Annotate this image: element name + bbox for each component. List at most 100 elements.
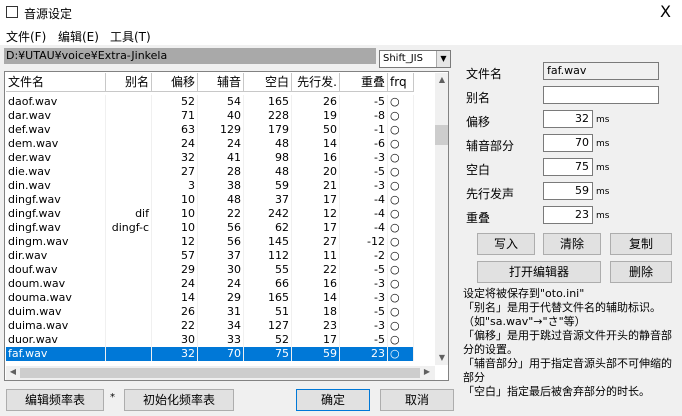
table-cell: -3	[340, 277, 388, 291]
preutter-label: 先行发声	[466, 187, 515, 201]
column-header[interactable]: 先行发.	[292, 73, 340, 92]
table-row[interactable]: die.wav 27 28 48 20 -5 ○	[6, 165, 434, 179]
ok-button[interactable]: 确定	[296, 389, 370, 411]
table-row[interactable]: doum.wav 24 24 66 16 -3 ○	[6, 277, 434, 291]
table-row[interactable]: duor.wav 30 33 52 17 -5 ○	[6, 333, 434, 347]
table-row[interactable]: dingf.wav 10 48 37 17 -4 ○	[6, 193, 434, 207]
edit-freq-button[interactable]: 编辑频率表	[6, 389, 104, 411]
voice-path: D:¥UTAU¥voice¥Extra-Jinkela	[4, 48, 376, 64]
table-row[interactable]: duim.wav 26 31 51 18 -5 ○	[6, 305, 434, 319]
write-button[interactable]: 写入	[477, 233, 535, 255]
table-cell: 23	[340, 347, 388, 361]
scroll-up-icon[interactable]: ▲	[435, 75, 448, 84]
table-cell: ○	[388, 221, 414, 235]
alias-field[interactable]	[543, 86, 659, 104]
table-cell: -5	[340, 95, 388, 109]
table-row[interactable]: daof.wav 52 54 165 26 -5 ○	[6, 95, 434, 109]
menu-tools[interactable]: 工具(T)	[110, 28, 151, 45]
horizontal-scrollbar[interactable]: ◀ ▶	[6, 366, 435, 380]
table-cell: 37	[244, 193, 292, 207]
table-cell: 26	[152, 305, 198, 319]
table-cell: ○	[388, 95, 414, 109]
vertical-scroll-thumb[interactable]	[435, 125, 448, 145]
scroll-left-icon[interactable]: ◀	[6, 367, 20, 376]
open-editor-button[interactable]: 打开编辑器	[477, 261, 601, 283]
table-row[interactable]: der.wav 32 41 98 16 -3 ○	[6, 151, 434, 165]
table-row[interactable]: douma.wav 14 29 165 14 -3 ○	[6, 291, 434, 305]
menu-bar	[0, 26, 682, 45]
table-row[interactable]: faf.wav 32 70 75 59 23 ○	[6, 347, 434, 361]
table-cell	[106, 235, 152, 249]
table-cell	[106, 95, 152, 109]
offset-unit: ms	[596, 115, 610, 125]
close-icon[interactable]: X	[660, 2, 671, 21]
consonant-label: 辅音部分	[466, 139, 515, 153]
table-cell: -6	[340, 137, 388, 151]
table-cell: 34	[198, 319, 244, 333]
table-cell: 19	[292, 109, 340, 123]
table-cell: 30	[198, 263, 244, 277]
oto-table[interactable]: 文件名 别名 偏移 辅音 空白 先行发. 重叠 frq daof.wav 52 54 165 26 -5…	[4, 71, 449, 381]
table-cell: -5	[340, 165, 388, 179]
table-cell: 52	[152, 95, 198, 109]
column-header[interactable]: 文件名	[6, 73, 106, 92]
table-cell: ○	[388, 319, 414, 333]
cancel-button[interactable]: 取消	[380, 389, 454, 411]
delete-button[interactable]: 删除	[610, 261, 672, 283]
table-row[interactable]: duima.wav 22 34 127 23 -3 ○	[6, 319, 434, 333]
table-cell: 12	[292, 207, 340, 221]
column-header[interactable]: 辅音	[198, 73, 244, 92]
table-row[interactable]: douf.wav 29 30 55 22 -5 ○	[6, 263, 434, 277]
table-row[interactable]: dingf.wav dingf-c 10 56 62 17 -4 ○	[6, 221, 434, 235]
table-cell: 14	[292, 137, 340, 151]
copy-button[interactable]: 复制	[610, 233, 672, 255]
scroll-down-icon[interactable]: ▼	[435, 353, 448, 362]
preutter-field[interactable]: 59	[543, 182, 593, 200]
column-header[interactable]: 空白	[244, 73, 292, 92]
menu-file[interactable]: 文件(F)	[6, 28, 46, 45]
table-row[interactable]: def.wav 63 129 179 50 -1 ○	[6, 123, 434, 137]
table-cell	[106, 137, 152, 151]
table-cell: -3	[340, 179, 388, 193]
table-cell: duor.wav	[6, 333, 106, 347]
table-cell: 145	[244, 235, 292, 249]
menu-edit[interactable]: 编辑(E)	[58, 28, 99, 45]
consonant-field[interactable]: 70	[543, 134, 593, 152]
clear-button[interactable]: 清除	[543, 233, 601, 255]
table-cell: duim.wav	[6, 305, 106, 319]
table-cell: ○	[388, 305, 414, 319]
encoding-select[interactable]: Shift_JIS ▼	[379, 50, 451, 68]
table-cell: def.wav	[6, 123, 106, 137]
horizontal-scroll-thumb[interactable]	[20, 368, 420, 378]
table-cell: 3	[152, 179, 198, 193]
table-cell	[106, 109, 152, 123]
table-cell: ○	[388, 137, 414, 151]
table-cell: faf.wav	[6, 347, 106, 361]
column-header[interactable]: frq	[388, 73, 414, 92]
table-cell: daof.wav	[6, 95, 106, 109]
table-cell: -3	[340, 291, 388, 305]
table-row[interactable]: dir.wav 57 37 112 11 -2 ○	[6, 249, 434, 263]
table-cell: 48	[244, 165, 292, 179]
vertical-scrollbar[interactable]: ▲ ▼	[435, 73, 448, 365]
table-cell: 17	[292, 221, 340, 235]
scroll-right-icon[interactable]: ▶	[420, 367, 434, 376]
init-freq-button[interactable]: 初始化频率表	[124, 389, 234, 411]
table-row[interactable]: dingm.wav 12 56 145 27 -12 ○	[6, 235, 434, 249]
overlap-field[interactable]: 23	[543, 206, 593, 224]
column-header[interactable]: 偏移	[152, 73, 198, 92]
column-header[interactable]: 别名	[106, 73, 152, 92]
table-cell: ○	[388, 347, 414, 361]
table-cell: 48	[244, 137, 292, 151]
table-row[interactable]: dar.wav 71 40 228 19 -8 ○	[6, 109, 434, 123]
column-header[interactable]: 重叠	[340, 73, 388, 92]
table-cell: 37	[198, 249, 244, 263]
table-cell: -5	[340, 333, 388, 347]
offset-field[interactable]: 32	[543, 110, 593, 128]
table-row[interactable]: dingf.wav dif 10 22 242 12 -4 ○	[6, 207, 434, 221]
table-row[interactable]: din.wav 3 38 59 21 -3 ○	[6, 179, 434, 193]
table-row[interactable]: dem.wav 24 24 48 14 -6 ○	[6, 137, 434, 151]
table-cell: 50	[292, 123, 340, 137]
chevron-down-icon[interactable]: ▼	[436, 51, 450, 67]
blank-field[interactable]: 75	[543, 158, 593, 176]
